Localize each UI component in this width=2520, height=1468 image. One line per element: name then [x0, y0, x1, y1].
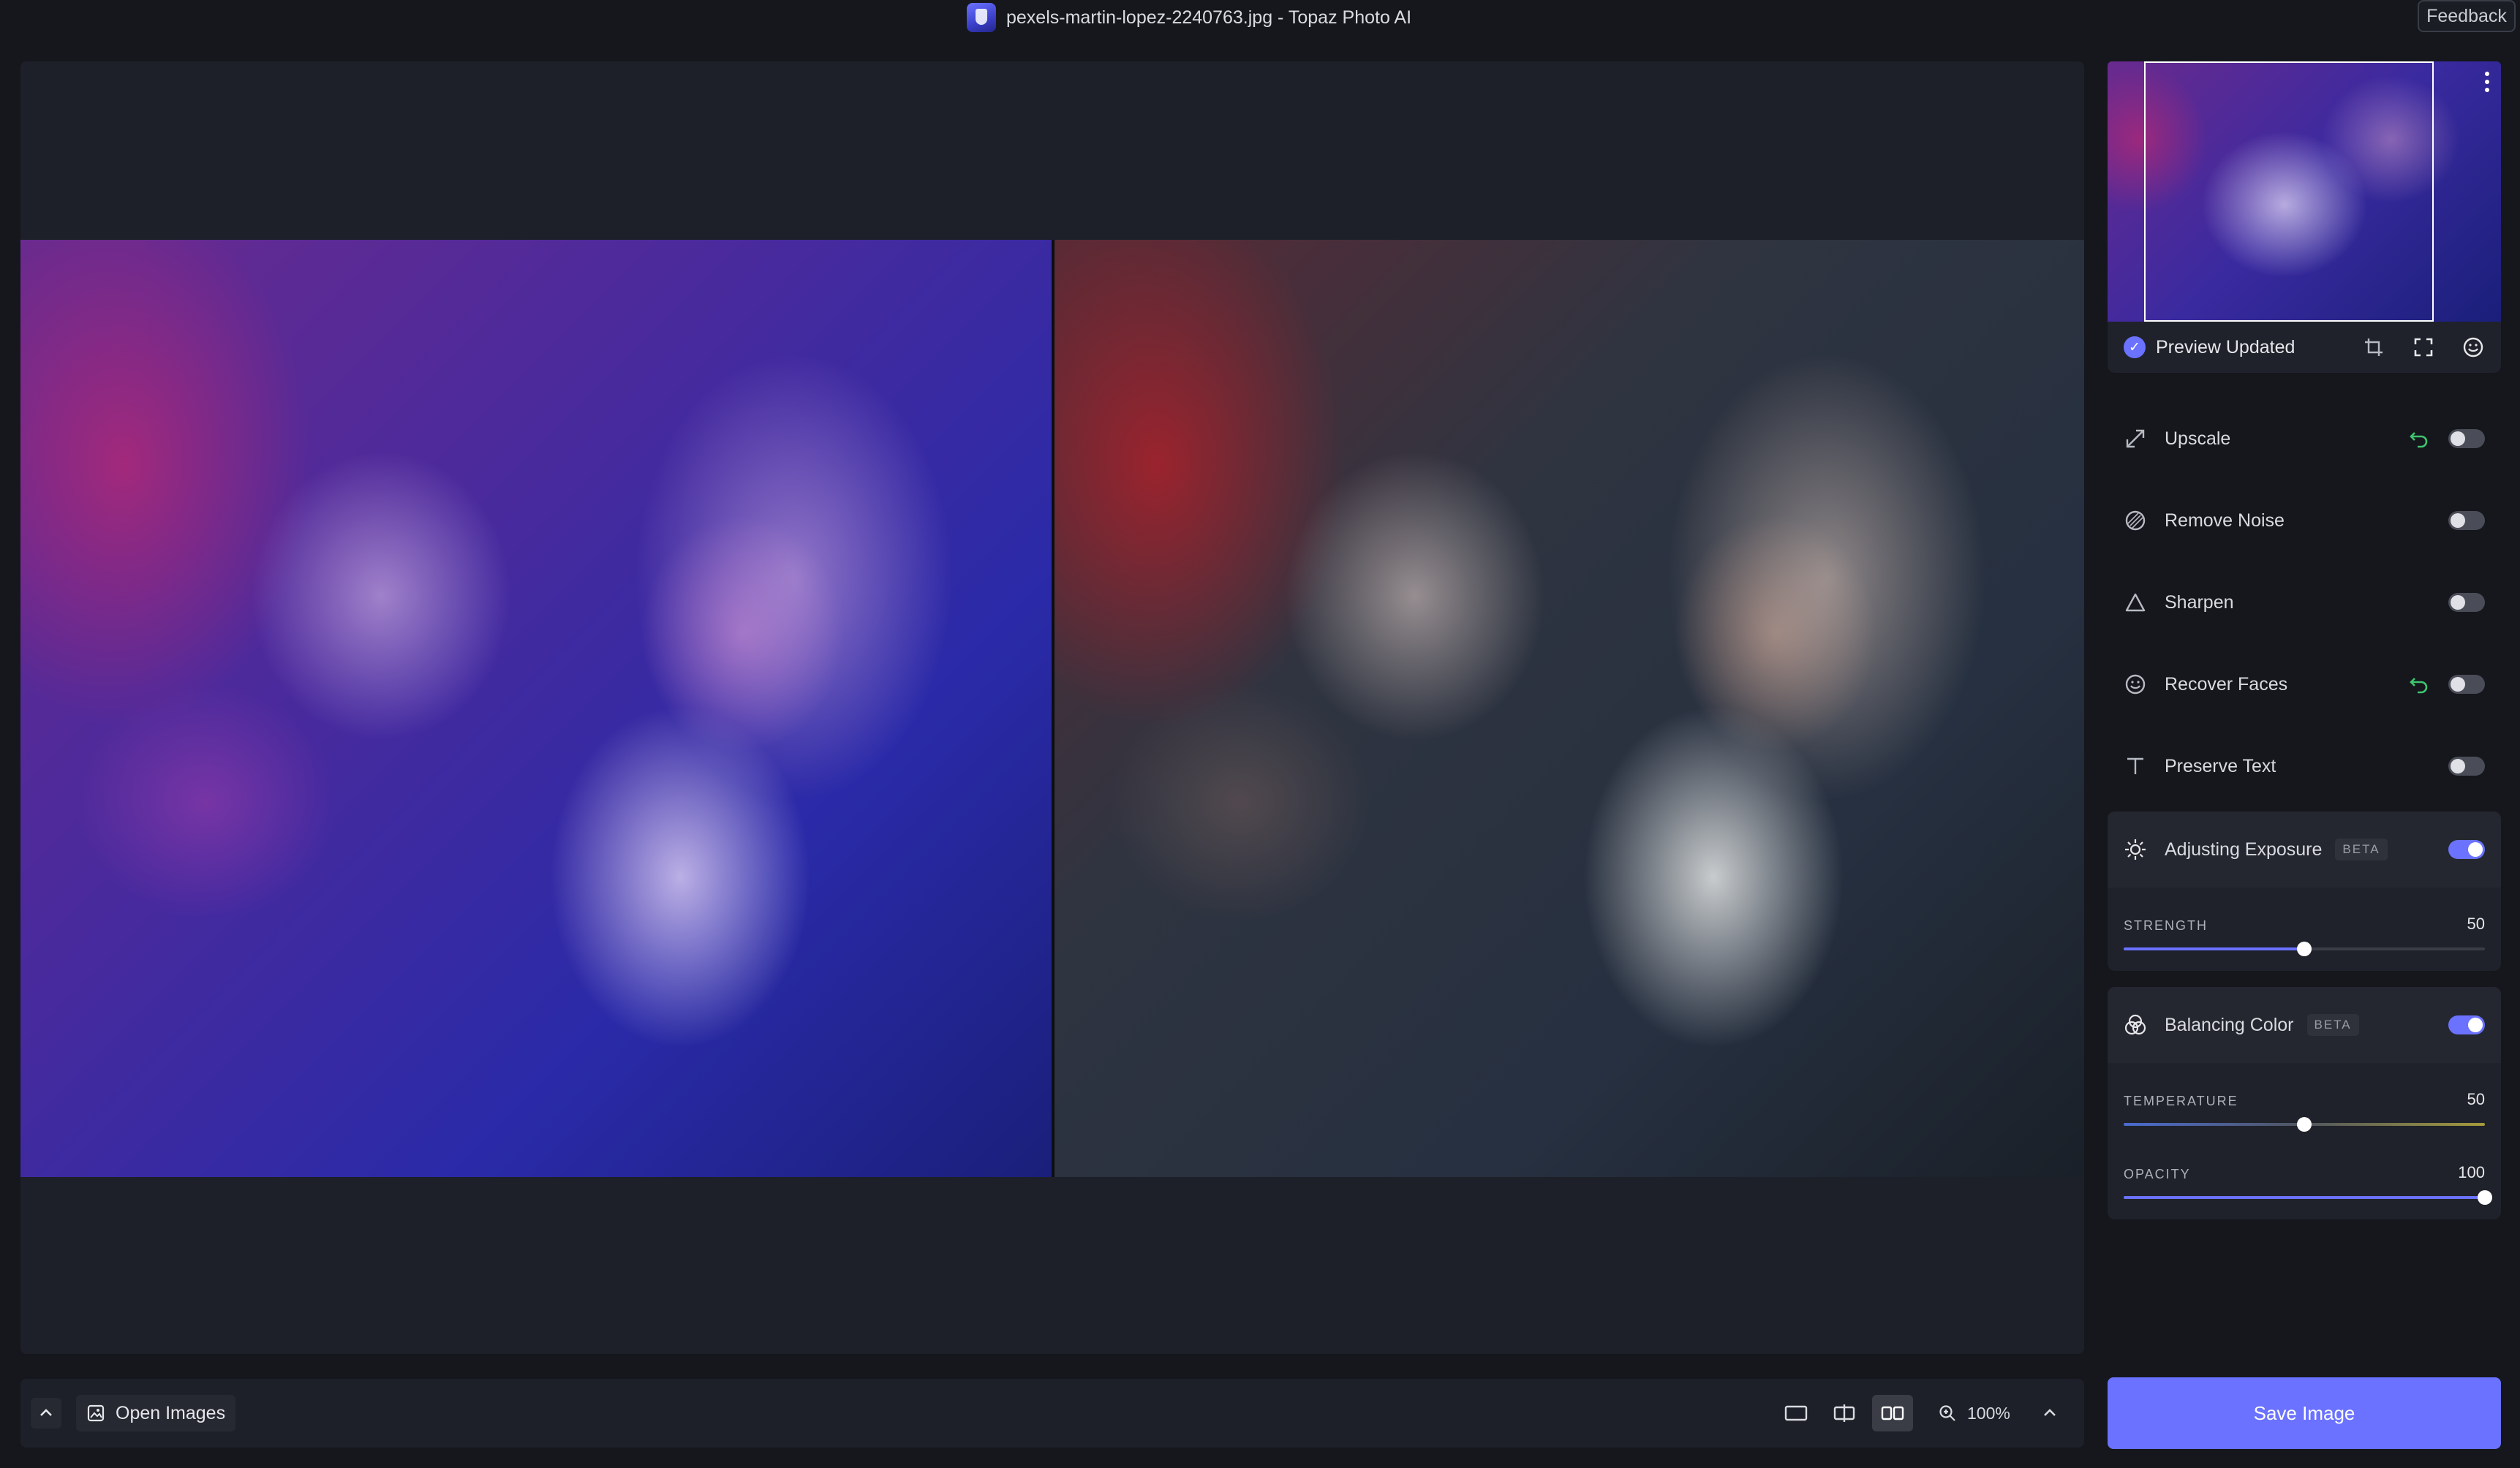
tool-sharpen[interactable]: Sharpen: [2108, 561, 2501, 643]
chevron-up-icon: [2044, 1409, 2056, 1416]
single-view-button[interactable]: [1776, 1395, 1817, 1431]
navigator-thumbnail[interactable]: [2108, 61, 2501, 322]
face-icon: [2124, 673, 2147, 696]
open-images-button[interactable]: Open Images: [76, 1395, 236, 1431]
color-toggle[interactable]: [2448, 1015, 2485, 1034]
save-image-button[interactable]: Save Image: [2108, 1377, 2501, 1449]
opacity-slider-handle[interactable]: [2478, 1190, 2492, 1205]
crop-icon[interactable]: [2362, 336, 2385, 359]
color-beta-badge: BETA: [2306, 1014, 2359, 1036]
split-view-icon: [1833, 1404, 1855, 1422]
open-images-label: Open Images: [116, 1402, 226, 1423]
preview-status-bar: ✓ Preview Updated: [2108, 322, 2501, 373]
tool-remove-noise-label: Remove Noise: [2165, 510, 2285, 531]
sharpen-icon: [2124, 591, 2147, 614]
side-by-side-view-button[interactable]: [1872, 1395, 1913, 1431]
temperature-slider-block: TEMPERATURE 50: [2108, 1063, 2501, 1136]
side-by-side-icon: [1881, 1406, 1904, 1420]
view-mode-group: [1776, 1395, 1913, 1431]
exposure-card: Adjusting Exposure BETA STRENGTH 50: [2108, 811, 2501, 971]
zoom-level: 100%: [1967, 1403, 2010, 1423]
strength-label: STRENGTH: [2124, 918, 2208, 933]
window-title: pexels-martin-lopez-2240763.jpg - Topaz …: [967, 3, 1411, 32]
opacity-value[interactable]: 100: [2458, 1163, 2485, 1182]
image-canvas[interactable]: [20, 61, 2084, 1354]
zoom-control[interactable]: 100%: [1938, 1395, 2010, 1431]
strength-slider-fill: [2124, 947, 2304, 950]
opacity-label: OPACITY: [2124, 1167, 2191, 1181]
temperature-slider[interactable]: [2124, 1117, 2485, 1132]
preserve-text-toggle[interactable]: [2448, 757, 2485, 776]
color-card: Balancing Color BETA TEMPERATURE 50 OPAC…: [2108, 987, 2501, 1219]
zoom-icon: [1939, 1405, 1955, 1421]
tool-preserve-text-label: Preserve Text: [2165, 755, 2276, 776]
exposure-beta-badge: BETA: [2335, 839, 2388, 860]
tool-upscale[interactable]: Upscale: [2108, 398, 2501, 480]
chevron-up-icon: [40, 1409, 52, 1416]
expand-filmstrip-button[interactable]: [31, 1398, 61, 1429]
single-view-icon: [1784, 1405, 1808, 1421]
bottom-toolbar: Open Images 100%: [20, 1379, 2084, 1448]
image-icon: [87, 1404, 105, 1422]
window-title-text: pexels-martin-lopez-2240763.jpg - Topaz …: [1006, 7, 1412, 28]
fullscreen-icon[interactable]: [2412, 336, 2435, 359]
color-header[interactable]: Balancing Color BETA: [2108, 987, 2501, 1063]
sharpen-toggle[interactable]: [2448, 593, 2485, 612]
processed-photo: [1055, 240, 2084, 1177]
tool-recover-faces-label: Recover Faces: [2165, 673, 2288, 695]
zoom-options-button[interactable]: [2034, 1398, 2065, 1429]
noise-icon: [2124, 509, 2147, 532]
tool-sharpen-label: Sharpen: [2165, 591, 2234, 613]
original-image-pane[interactable]: [20, 240, 1052, 1177]
sun-icon: [2124, 838, 2147, 861]
color-label: Balancing Color: [2165, 1014, 2294, 1035]
topaz-app-icon: [967, 3, 996, 32]
strength-slider-handle[interactable]: [2297, 942, 2312, 956]
tool-upscale-label: Upscale: [2165, 428, 2231, 449]
recover-faces-toggle[interactable]: [2448, 675, 2485, 694]
exposure-toggle[interactable]: [2448, 840, 2485, 859]
upscale-toggle[interactable]: [2448, 429, 2485, 448]
original-photo: [20, 240, 1052, 1177]
opacity-slider-fill: [2124, 1196, 2485, 1199]
title-bar: pexels-martin-lopez-2240763.jpg - Topaz …: [0, 0, 2520, 35]
strength-slider[interactable]: [2124, 942, 2485, 956]
strength-slider-block: STRENGTH 50: [2108, 888, 2501, 961]
text-icon: [2124, 754, 2147, 778]
tool-remove-noise[interactable]: Remove Noise: [2108, 480, 2501, 561]
opacity-slider-block: OPACITY 100: [2108, 1136, 2501, 1209]
processed-image-pane[interactable]: [1055, 240, 2084, 1177]
exposure-header[interactable]: Adjusting Exposure BETA: [2108, 811, 2501, 888]
remove-noise-toggle[interactable]: [2448, 511, 2485, 530]
opacity-slider[interactable]: [2124, 1190, 2492, 1205]
right-panel: ✓ Preview Updated Upscale Remove Noise S…: [2108, 61, 2501, 1219]
feedback-button[interactable]: Feedback: [2418, 0, 2516, 32]
color-balance-icon: [2124, 1013, 2147, 1037]
tool-recover-faces[interactable]: Recover Faces: [2108, 643, 2501, 725]
tool-preserve-text[interactable]: Preserve Text: [2108, 725, 2501, 807]
exposure-label: Adjusting Exposure: [2165, 839, 2323, 860]
tool-list: Upscale Remove Noise Sharpen Recover Fac…: [2108, 398, 2501, 1219]
temperature-slider-handle[interactable]: [2297, 1117, 2312, 1132]
strength-value[interactable]: 50: [2467, 915, 2485, 934]
reset-upscale-icon[interactable]: [2406, 425, 2432, 452]
temperature-label: TEMPERATURE: [2124, 1094, 2238, 1108]
upscale-icon: [2124, 427, 2147, 450]
more-options-icon[interactable]: [2485, 72, 2491, 94]
reset-recover-faces-icon[interactable]: [2406, 671, 2432, 697]
face-detect-icon[interactable]: [2461, 336, 2485, 359]
check-icon: ✓: [2124, 336, 2146, 358]
split-view-button[interactable]: [1824, 1395, 1865, 1431]
navigator-viewport-box[interactable]: [2144, 61, 2434, 322]
temperature-value[interactable]: 50: [2467, 1090, 2485, 1109]
preview-status-text: Preview Updated: [2156, 336, 2295, 357]
